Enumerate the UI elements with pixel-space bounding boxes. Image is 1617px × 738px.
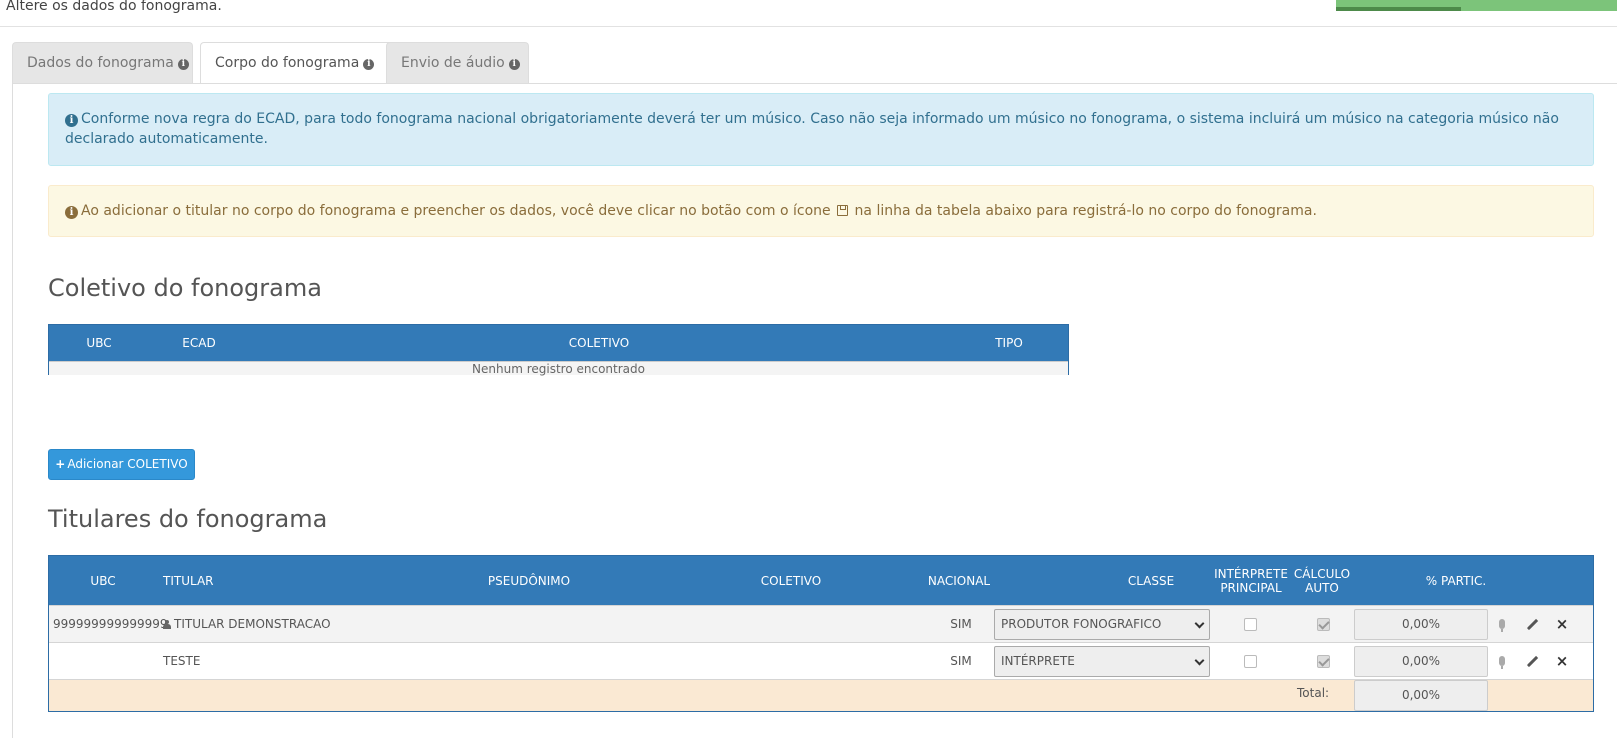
info-circle-icon: i [363,59,375,70]
column-header-titular[interactable]: TITULAR [157,556,217,605]
table-row: TESTE SIM INTÉRPRETE 0,00% × [49,642,1593,679]
tab-label: Dados do fonograma [27,55,174,71]
row-titular: TITULAR DEMONSTRACAO [163,606,331,642]
header-line: INTÉRPRETE [1214,566,1288,581]
close-icon[interactable]: × [1554,616,1570,632]
classe-select[interactable]: PRODUTOR FONOGRAFICO [994,609,1210,640]
total-label: Total: [1297,686,1330,700]
tab-dados-do-fonograma[interactable]: Dados do fonograma i [12,42,193,83]
save-icon [837,205,849,216]
info-circle-icon: i [65,206,78,219]
coletivo-table: UBC ECAD COLETIVO TIPO Nenhum registro e… [48,324,1069,376]
progress-bar [1336,0,1617,11]
column-header-coletivo[interactable]: COLETIVO [681,556,901,605]
row-ubc: 999999999999999 [53,617,168,631]
tab-envio-de-audio[interactable]: Envio de áudio i [386,42,529,83]
chevron-down-icon [1194,618,1205,629]
calculo-auto-checkbox[interactable] [1317,655,1330,668]
total-value: 0,00% [1354,680,1488,711]
progress-bar-fill [1336,7,1461,11]
tab-underline [12,83,1617,84]
header-line: AUTO [1305,580,1339,595]
tab-corpo-do-fonograma[interactable]: Corpo do fonograma i [200,42,395,84]
calculo-auto-checkbox[interactable] [1317,618,1330,631]
tab-label: Corpo do fonograma [215,55,360,71]
panel-border [12,83,13,738]
row-titular: TESTE [163,654,201,668]
warning-alert-text-after: na linha da tabela abaixo para registrá-… [854,203,1317,219]
header-line: CÁLCULO [1293,566,1351,581]
add-coletivo-button[interactable]: + Adicionar COLETIVO [48,449,195,480]
column-header-coletivo[interactable]: COLETIVO [249,325,949,361]
info-circle-icon: i [508,59,520,70]
column-header-tipo[interactable]: TIPO [949,325,1069,361]
warning-alert-text-before: Ao adicionar o titular no corpo do fonog… [81,203,831,219]
row-titular-name: TITULAR DEMONSTRACAO [174,617,331,631]
column-header-partic[interactable]: % PARTIC. [1389,556,1523,605]
classe-select-value: PRODUTOR FONOGRAFICO [1001,617,1162,631]
pencil-icon[interactable] [1524,616,1540,632]
total-row: Total: 0,00% [49,679,1593,711]
header-divider [0,26,1617,27]
chevron-down-icon [1194,655,1205,666]
column-header-ecad[interactable]: ECAD [149,325,249,361]
empty-message: Nenhum registro encontrado [49,361,1068,376]
row-nacional: SIM [950,617,972,631]
warning-alert: i Ao adicionar o titular no corpo do fono… [48,185,1594,237]
plus-icon: + [55,457,66,471]
column-header-calculo-auto[interactable]: CÁLCULO AUTO [1290,556,1354,605]
classe-select[interactable]: INTÉRPRETE [994,646,1210,677]
info-circle-icon: i [65,114,78,127]
column-header-ubc[interactable]: UBC [49,556,157,605]
column-header-pseudonimo[interactable]: PSEUDÔNIMO [419,556,639,605]
tab-label: Envio de áudio [401,55,505,71]
info-alert: i Conforme nova regra do ECAD, para todo … [48,93,1594,166]
partic-input[interactable]: 0,00% [1354,609,1488,640]
row-nacional: SIM [950,654,972,668]
titulares-table-header: UBC TITULAR PSEUDÔNIMO COLETIVO NACIONAL… [49,556,1593,605]
column-header-nacional[interactable]: NACIONAL [919,556,999,605]
user-icon [163,619,171,629]
info-circle-icon: i [177,59,189,70]
header-line: PRINCIPAL [1220,580,1282,595]
interprete-principal-checkbox[interactable] [1244,618,1257,631]
microphone-icon[interactable] [1494,653,1510,669]
partic-input[interactable]: 0,00% [1354,646,1488,677]
interprete-principal-checkbox[interactable] [1244,655,1257,668]
add-coletivo-label: Adicionar COLETIVO [67,457,188,471]
microphone-icon[interactable] [1494,616,1510,632]
pencil-icon[interactable] [1524,653,1540,669]
classe-select-value: INTÉRPRETE [1001,654,1075,668]
column-header-ubc[interactable]: UBC [49,325,149,361]
column-header-interprete-principal[interactable]: INTÉRPRETE PRINCIPAL [1212,556,1290,605]
page-subtitle: Altere os dados do fonograma. [6,0,222,14]
close-icon[interactable]: × [1554,653,1570,669]
table-row: 999999999999999 TITULAR DEMONSTRACAO SIM… [49,605,1593,642]
coletivo-table-header: UBC ECAD COLETIVO TIPO [49,325,1068,361]
titulares-table: UBC TITULAR PSEUDÔNIMO COLETIVO NACIONAL… [48,555,1594,712]
coletivo-section-title: Coletivo do fonograma [48,274,322,302]
info-alert-text: Conforme nova regra do ECAD, para todo f… [65,111,1559,147]
titulares-section-title: Titulares do fonograma [48,505,328,533]
